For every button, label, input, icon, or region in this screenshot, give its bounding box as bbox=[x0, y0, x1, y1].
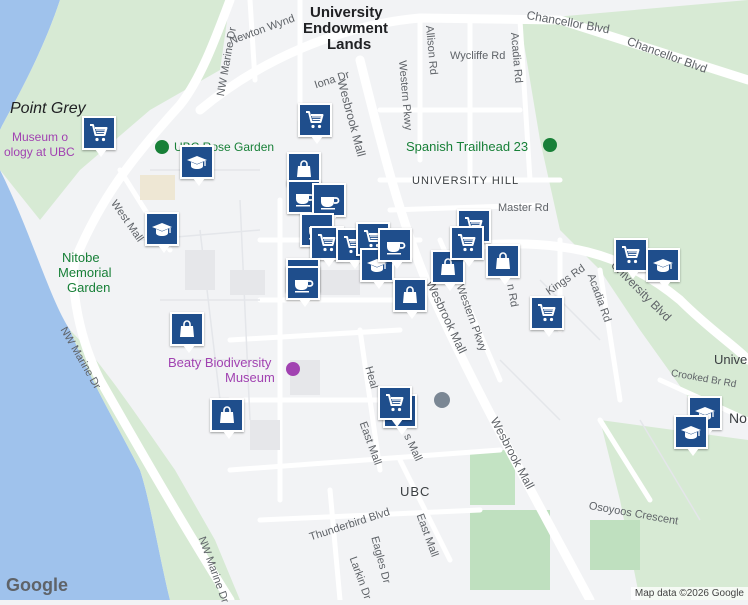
campus-building bbox=[185, 250, 215, 290]
label-museum-2: ology at UBC bbox=[4, 145, 75, 159]
cart-icon bbox=[306, 111, 324, 129]
coffee-marker[interactable] bbox=[312, 183, 346, 224]
cart-icon bbox=[458, 234, 476, 252]
school-icon bbox=[152, 223, 172, 236]
cart-icon bbox=[622, 246, 640, 264]
cart-icon bbox=[538, 304, 556, 322]
school-marker[interactable] bbox=[674, 415, 708, 456]
bag-marker[interactable] bbox=[393, 278, 427, 319]
cart-icon bbox=[90, 124, 108, 142]
sports-field bbox=[590, 520, 640, 570]
cart-marker[interactable] bbox=[298, 103, 332, 144]
cart-icon bbox=[386, 394, 404, 412]
cart-marker[interactable] bbox=[530, 296, 564, 337]
label-univ-partial: Univer bbox=[714, 352, 748, 367]
bag-icon bbox=[220, 406, 234, 423]
bag-marker[interactable] bbox=[486, 244, 520, 285]
label-nitobe-2: Memorial bbox=[58, 265, 112, 280]
bag-icon bbox=[297, 160, 311, 177]
campus-building bbox=[320, 270, 360, 295]
label-uel-2: Endowment bbox=[303, 20, 388, 37]
label-nitobe-1: Nitobe bbox=[62, 250, 100, 265]
label-beaty-1: Beaty Biodiversity bbox=[168, 355, 272, 370]
school-marker[interactable] bbox=[180, 145, 214, 186]
school-icon bbox=[681, 426, 701, 439]
map-attribution[interactable]: Map data ©2026 Google bbox=[630, 587, 748, 600]
school-icon bbox=[187, 156, 207, 169]
label-university-hill: UNIVERSITY HILL bbox=[412, 175, 520, 187]
label-spanish-trailhead: Spanish Trailhead 23 bbox=[406, 139, 529, 154]
label-uel-3: Lands bbox=[327, 36, 372, 53]
label-museum-1: Museum o bbox=[12, 130, 69, 144]
bag-icon bbox=[180, 320, 194, 337]
label-ubc: UBC bbox=[400, 484, 431, 499]
bag-icon bbox=[496, 252, 510, 269]
road-label-wycliffe: Wycliffe Rd bbox=[450, 50, 506, 62]
school-marker[interactable] bbox=[646, 248, 680, 289]
label-nitobe-3: Garden bbox=[67, 280, 111, 295]
cart-marker[interactable] bbox=[450, 226, 484, 267]
school-icon bbox=[653, 259, 673, 272]
label-uel-1: University bbox=[310, 4, 383, 21]
campus-building bbox=[230, 270, 265, 295]
label-beaty-2: Museum bbox=[225, 370, 275, 385]
sports-field bbox=[470, 510, 550, 590]
rose-garden-icon bbox=[155, 140, 169, 154]
coffee-icon bbox=[321, 197, 340, 210]
coffee-icon bbox=[387, 242, 406, 255]
cart-marker[interactable] bbox=[82, 116, 116, 157]
bag-marker[interactable] bbox=[210, 398, 244, 439]
cart-marker[interactable] bbox=[614, 238, 648, 279]
coffee-marker[interactable] bbox=[286, 266, 320, 307]
campus-building bbox=[250, 420, 280, 450]
school-poi-icon bbox=[434, 392, 450, 408]
label-point-grey: Point Grey bbox=[10, 100, 86, 117]
coffee-marker[interactable] bbox=[378, 228, 412, 269]
spanish-trailhead-icon bbox=[543, 138, 557, 152]
coffee-icon bbox=[295, 280, 314, 293]
bag-marker[interactable] bbox=[170, 312, 204, 353]
cart-marker[interactable] bbox=[378, 386, 412, 427]
beaty-museum-icon bbox=[286, 362, 300, 376]
bag-icon bbox=[403, 286, 417, 303]
school-marker[interactable] bbox=[145, 212, 179, 253]
road-label-master: Master Rd bbox=[498, 202, 549, 214]
cart-icon bbox=[318, 234, 336, 252]
google-logo: Google bbox=[6, 575, 68, 595]
label-no-partial: No bbox=[729, 410, 747, 426]
